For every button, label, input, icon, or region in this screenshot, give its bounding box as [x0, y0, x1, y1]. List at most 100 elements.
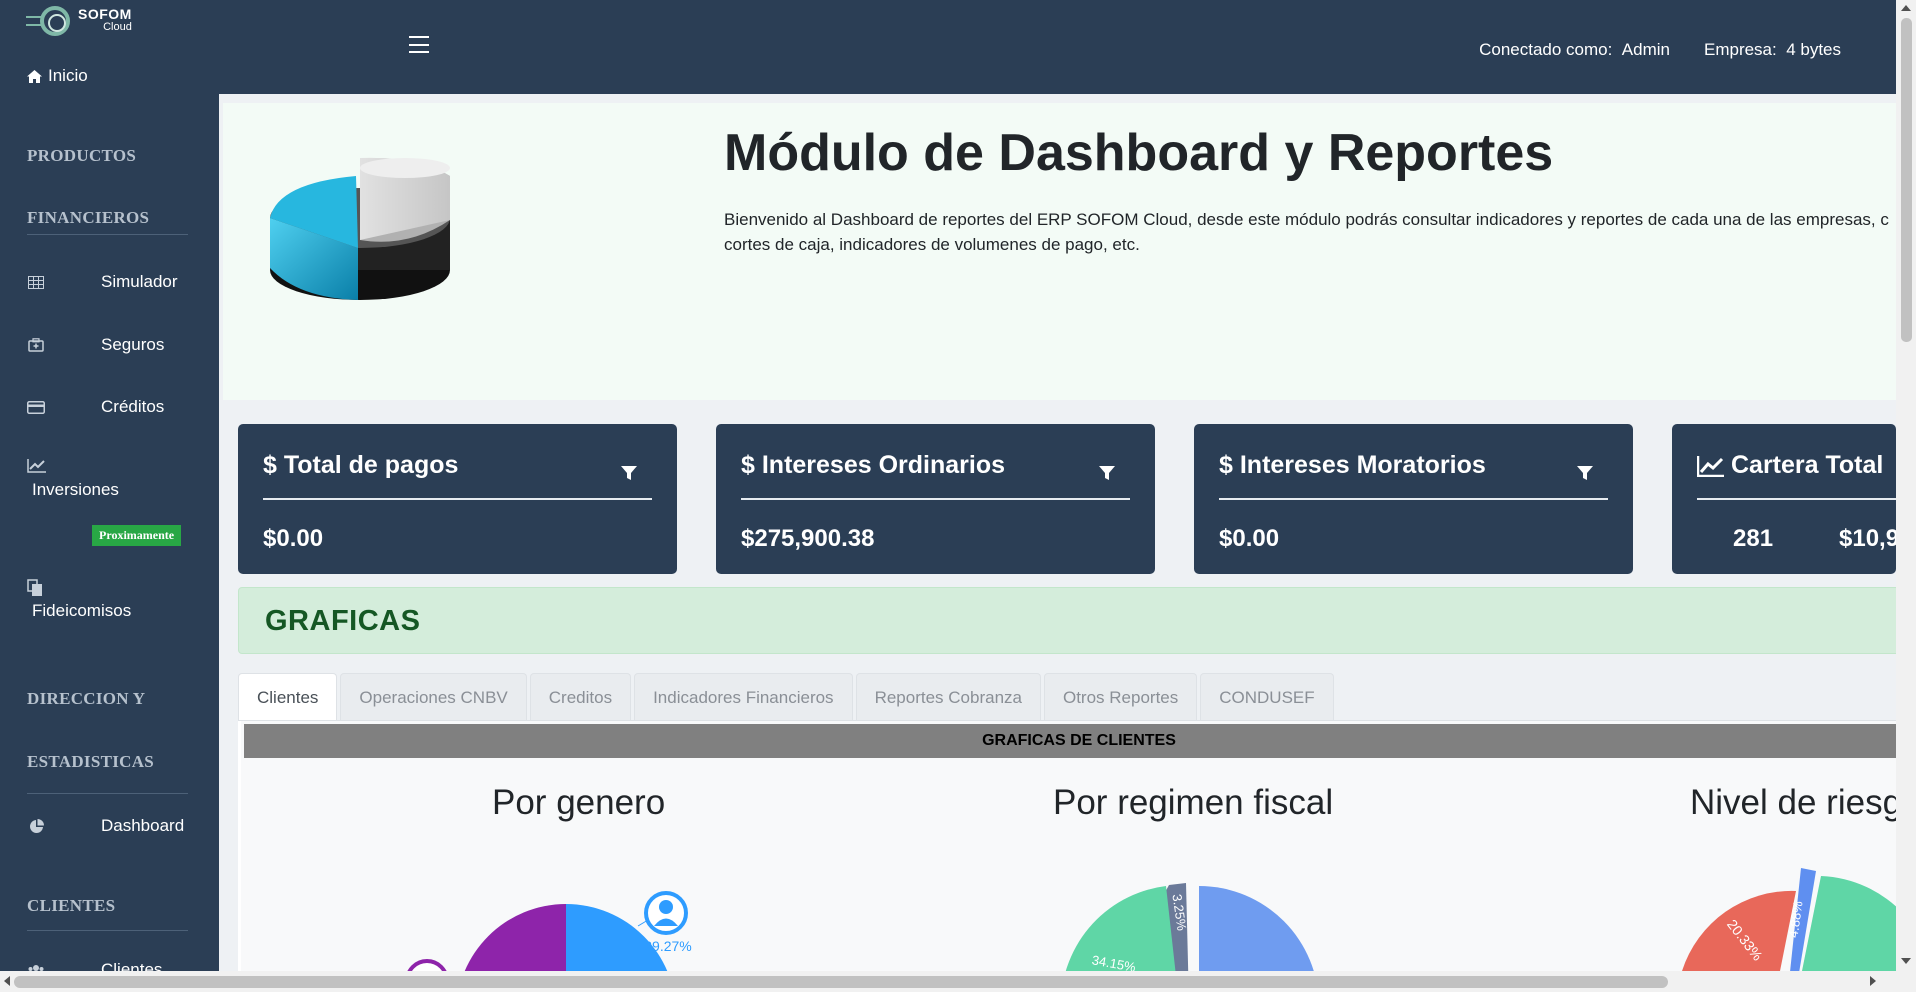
card-divider	[1697, 498, 1896, 500]
page-title: Módulo de Dashboard y Reportes	[724, 124, 1554, 182]
sidebar-item-fideicomisos[interactable]: Fideicomisos	[27, 579, 131, 621]
horizontal-scroll-thumb[interactable]	[14, 976, 1668, 988]
sidebar-item-label: Clientes	[101, 960, 163, 971]
tab-condusef[interactable]: CONDUSEF	[1200, 673, 1334, 721]
card-title: $ Intereses Ordinarios	[741, 451, 1006, 479]
vertical-scrollbar[interactable]	[1896, 0, 1916, 971]
card-divider	[1219, 498, 1608, 500]
pie-slice[interactable]	[1199, 886, 1319, 971]
section-title-direccion: DIRECCION Y	[27, 689, 146, 708]
data-label: 29.27%	[644, 938, 691, 954]
company-info: Empresa: 4 bytes	[1704, 40, 1841, 60]
card-title-wrap: Cartera Total	[1697, 451, 1883, 480]
horizontal-scrollbar[interactable]	[0, 971, 1916, 992]
company-name: 4 bytes	[1786, 40, 1841, 59]
card-value: $0.00	[263, 525, 324, 552]
pie-chart-riesgo: 20.33% 4.88%	[1682, 868, 1916, 971]
card-value: $275,900.38	[741, 525, 875, 552]
sidebar-item-creditos[interactable]: Créditos	[27, 392, 207, 422]
section-divider	[27, 793, 188, 794]
card-cartera-total: Cartera Total 281 $10,9	[1672, 424, 1896, 574]
sidebar-item-label: Fideicomisos	[32, 601, 132, 620]
card-divider	[741, 498, 1130, 500]
chart-title-genero: Por genero	[492, 783, 666, 822]
section-title-clientes: CLIENTES	[27, 896, 116, 915]
page-description: Bienvenido al Dashboard de reportes del …	[724, 210, 1889, 254]
section-title-estadisticas: ESTADISTICAS	[27, 752, 155, 771]
panel-header: GRAFICAS DE CLIENTES	[244, 724, 1914, 758]
chart-tabs: Clientes Operaciones CNBV Creditos Indic…	[238, 673, 1334, 721]
chart-line-icon	[27, 458, 46, 474]
briefcase-icon	[27, 338, 45, 352]
chart-line-icon	[1697, 455, 1724, 477]
hero-jumbotron: Módulo de Dashboard y Reportes Bienvenid…	[223, 103, 1896, 400]
sidebar-item-label: Simulador	[101, 272, 178, 291]
pie-slice[interactable]	[456, 904, 566, 971]
logo-mark-icon	[40, 6, 70, 36]
card-intereses-moratorios: $ Intereses Moratorios $0.00	[1194, 424, 1633, 574]
sidebar: SOFOM Cloud Inicio PRODUCTOS FINANCIEROS…	[0, 0, 219, 971]
sidebar-item-label: Dashboard	[101, 816, 185, 835]
coming-soon-badge: Proximamente	[92, 525, 182, 546]
pie-3d-illustration	[270, 157, 450, 300]
scroll-left-arrow-icon[interactable]	[4, 976, 10, 986]
section-title-productos: PRODUCTOS	[27, 146, 137, 165]
card-total-pagos: $ Total de pagos $0.00	[238, 424, 677, 574]
tab-creditos[interactable]: Creditos	[529, 673, 632, 721]
card-count: 281	[1733, 525, 1774, 552]
sidebar-item-label: Seguros	[101, 335, 165, 354]
connected-label: Conectado como:	[1479, 40, 1613, 59]
table-icon	[27, 275, 45, 289]
sidebar-item-inicio[interactable]: Inicio	[27, 66, 88, 86]
sidebar-item-simulador[interactable]: Simulador	[27, 267, 207, 297]
sidebar-item-dashboard[interactable]: Dashboard	[27, 811, 207, 841]
chart-title-riesgo: Nivel de riesg	[1690, 783, 1903, 822]
card-title: Cartera Total	[1731, 451, 1884, 479]
sidebar-item-inversiones[interactable]: Inversiones	[27, 458, 119, 500]
card-divider	[263, 498, 652, 500]
tab-reportes-cobranza[interactable]: Reportes Cobranza	[855, 673, 1041, 721]
tab-indicadores-financieros[interactable]: Indicadores Financieros	[634, 673, 853, 721]
filter-icon[interactable]	[1098, 464, 1116, 482]
connected-user: Admin	[1621, 40, 1670, 59]
graficas-banner: GRAFICAS	[238, 587, 1916, 654]
credit-card-icon	[27, 400, 45, 414]
sidebar-item-label: Inversiones	[32, 480, 119, 499]
pie-chart-regimen: 3.25% 34.15%	[1065, 883, 1319, 971]
top-bar: Conectado como: Admin Empresa: 4 bytes	[219, 0, 1896, 94]
vertical-scroll-thumb[interactable]	[1901, 18, 1912, 342]
graficas-title: GRAFICAS	[265, 605, 421, 637]
brand-logo[interactable]: SOFOM Cloud	[26, 6, 132, 36]
section-title-financieros: FINANCIEROS	[27, 208, 150, 227]
menu-toggle-icon[interactable]	[408, 35, 430, 54]
users-icon	[27, 963, 45, 971]
tab-otros-reportes[interactable]: Otros Reportes	[1043, 673, 1198, 721]
scroll-right-arrow-icon[interactable]	[1870, 976, 1876, 986]
section-divider	[27, 930, 188, 931]
filter-icon[interactable]	[620, 464, 638, 482]
chart-title-regimen: Por regimen fiscal	[1053, 783, 1334, 822]
scroll-down-arrow-icon[interactable]	[1901, 958, 1911, 964]
card-value: $10,9	[1839, 525, 1896, 552]
card-value: $0.00	[1219, 525, 1280, 552]
connected-user-info: Conectado como: Admin	[1479, 40, 1670, 60]
company-label: Empresa:	[1703, 40, 1777, 59]
pie-chart-icon	[27, 818, 45, 833]
brand-name: SOFOM	[78, 6, 132, 22]
sidebar-item-label: Créditos	[101, 397, 165, 416]
sidebar-home-label: Inicio	[48, 66, 88, 85]
card-intereses-ordinarios: $ Intereses Ordinarios $275,900.38	[716, 424, 1155, 574]
sidebar-item-seguros[interactable]: Seguros	[27, 330, 207, 360]
clients-charts-panel: GRAFICAS DE CLIENTES Por genero Por regi…	[238, 721, 1916, 971]
home-icon	[27, 69, 42, 83]
card-title: $ Intereses Moratorios	[1219, 451, 1486, 479]
sidebar-item-clientes[interactable]: Clientes	[27, 955, 207, 971]
section-divider	[27, 234, 188, 235]
card-title: $ Total de pagos	[263, 451, 459, 479]
filter-icon[interactable]	[1576, 464, 1594, 482]
tab-clientes[interactable]: Clientes	[238, 673, 338, 721]
copy-icon	[27, 579, 45, 596]
tab-operaciones-cnbv[interactable]: Operaciones CNBV	[340, 673, 527, 721]
scroll-up-arrow-icon[interactable]	[1901, 5, 1911, 11]
pie-chart-genero: 29.27% ?	[407, 891, 692, 971]
